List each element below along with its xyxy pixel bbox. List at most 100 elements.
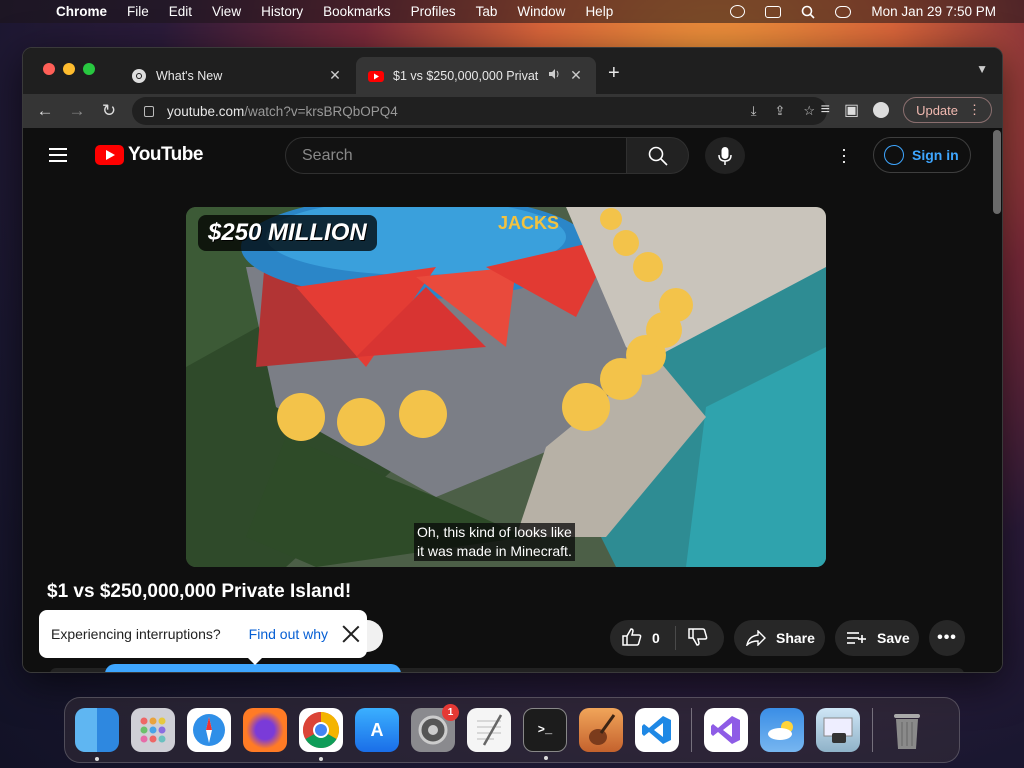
video-player[interactable]: JACKS $250 MILLION Oh, this kind of look… — [186, 207, 826, 567]
reload-icon[interactable]: ↻ — [93, 101, 125, 121]
popup-text: Experiencing interruptions? — [51, 626, 221, 642]
kebab-menu-icon: ⋮ — [968, 102, 981, 117]
system-settings-icon[interactable]: 1 — [411, 704, 459, 752]
install-app-icon[interactable]: ⤓ — [751, 103, 757, 119]
video-captions: Oh, this kind of looks like it was made … — [414, 523, 575, 561]
url-path: /watch?v=krsBRQbOPQ4 — [244, 103, 398, 119]
screen-mirroring-icon[interactable] — [755, 5, 791, 18]
voice-search-button[interactable] — [705, 137, 745, 174]
close-tab-icon[interactable]: ✕ — [568, 67, 584, 84]
vscode-icon[interactable] — [635, 708, 679, 752]
like-dislike-group: 0 — [610, 620, 724, 656]
youtube-page: YouTube Search · · · Sign in JACKS $250 … — [23, 128, 1002, 672]
tab-search-chevron-icon[interactable]: ▼ — [976, 62, 988, 76]
chrome-window: What's New ✕ $1 vs $250,000,000 Privat ✕… — [22, 47, 1003, 673]
update-button[interactable]: Update ⋮ — [903, 97, 992, 123]
menu-profiles[interactable]: Profiles — [401, 4, 466, 19]
address-bar[interactable]: youtube.com/watch?v=krsBRQbOPQ4 ⤓ ⇪ ☆ — [132, 97, 827, 125]
speaker-icon[interactable] — [548, 68, 560, 83]
share-label: Share — [776, 630, 815, 646]
preview-icon[interactable] — [816, 708, 860, 752]
sign-in-button[interactable]: Sign in — [873, 137, 971, 173]
new-tab-button[interactable]: + — [608, 62, 620, 85]
side-panel-icon[interactable]: ▣ — [844, 100, 859, 120]
menu-bar: Chrome File Edit View History Bookmarks … — [0, 0, 1024, 23]
notification-badge: 1 — [442, 704, 459, 721]
more-actions-icon[interactable]: ••• — [929, 620, 965, 656]
page-scrollbar[interactable] — [993, 130, 1001, 214]
youtube-header: YouTube Search · · · Sign in — [23, 128, 1002, 182]
menu-history[interactable]: History — [251, 4, 313, 19]
share-arrow-icon — [746, 630, 766, 646]
search-button[interactable] — [626, 137, 689, 174]
dislike-button[interactable] — [676, 627, 708, 649]
video-overlay-title: $250 MILLION — [198, 215, 377, 251]
sign-in-label: Sign in — [912, 147, 959, 163]
popup-pointer — [247, 657, 263, 665]
youtube-icon — [368, 70, 384, 82]
menu-file[interactable]: File — [117, 4, 159, 19]
close-tab-icon[interactable]: ✕ — [327, 67, 343, 84]
media-control-icon[interactable]: ≡ — [821, 101, 830, 119]
caption-line: it was made in Minecraft. — [414, 542, 575, 561]
window-controls — [43, 63, 95, 75]
zoom-window-button[interactable] — [83, 63, 95, 75]
tab-title: What's New — [156, 68, 223, 83]
update-label: Update — [916, 102, 958, 118]
url-host: youtube.com — [167, 103, 245, 119]
launchpad-icon[interactable] — [131, 708, 175, 752]
like-button[interactable]: 0 — [610, 626, 676, 650]
textedit-icon[interactable] — [467, 708, 511, 752]
menu-window[interactable]: Window — [507, 4, 575, 19]
menu-edit[interactable]: Edit — [159, 4, 202, 19]
weather-icon[interactable] — [760, 708, 804, 752]
trash-icon[interactable] — [885, 708, 929, 752]
share-button[interactable]: Share — [734, 620, 825, 656]
safari-icon[interactable] — [187, 708, 231, 752]
profile-avatar-icon[interactable] — [873, 102, 890, 118]
save-button[interactable]: Save — [835, 620, 919, 656]
thumbs-up-icon — [622, 627, 642, 649]
svg-text:JACKS: JACKS — [498, 213, 559, 233]
find-out-why-link[interactable]: Find out why — [249, 626, 328, 642]
add-to-playlist-icon — [847, 632, 866, 644]
menu-bookmarks[interactable]: Bookmarks — [313, 4, 401, 19]
microphone-icon — [718, 146, 732, 165]
menubar-clock[interactable]: Mon Jan 29 7:50 PM — [861, 4, 1006, 19]
share-page-icon[interactable]: ⇪ — [774, 103, 785, 119]
menu-view[interactable]: View — [202, 4, 251, 19]
terminal-icon[interactable]: >_ — [523, 708, 567, 760]
finder-icon[interactable] — [75, 708, 119, 761]
browser-toolbar: ← → ↻ youtube.com/watch?v=krsBRQbOPQ4 ⤓ … — [23, 94, 1002, 128]
close-popup-icon[interactable] — [339, 622, 363, 646]
visual-studio-icon[interactable] — [704, 708, 748, 752]
bookmark-star-icon[interactable]: ☆ — [803, 103, 815, 119]
minimize-window-button[interactable] — [63, 63, 75, 75]
like-count: 0 — [652, 630, 660, 646]
search-input[interactable]: Search — [285, 137, 627, 174]
dock-separator — [691, 708, 692, 752]
chrome-dock-icon[interactable] — [299, 708, 343, 761]
chrome-icon — [132, 68, 146, 83]
spotlight-search-icon[interactable] — [791, 5, 825, 19]
menu-app-chrome[interactable]: Chrome — [46, 4, 117, 19]
screen-record-icon[interactable] — [720, 5, 755, 18]
control-center-icon[interactable] — [825, 5, 861, 18]
close-window-button[interactable] — [43, 63, 55, 75]
forward-arrow-icon[interactable]: → — [61, 101, 93, 121]
garageband-icon[interactable] — [579, 708, 623, 752]
youtube-play-icon — [95, 145, 124, 165]
firefox-icon[interactable] — [243, 708, 287, 752]
tab-whats-new[interactable]: What's New ✕ — [119, 57, 355, 94]
hamburger-menu-icon[interactable] — [49, 148, 67, 166]
settings-kebab-icon[interactable]: · · · — [841, 140, 847, 170]
highlight-strip — [105, 664, 401, 672]
account-icon — [884, 145, 904, 165]
lock-icon[interactable] — [144, 105, 154, 117]
app-store-icon[interactable]: A — [355, 708, 399, 752]
menu-tab[interactable]: Tab — [466, 4, 508, 19]
back-arrow-icon[interactable]: ← — [29, 101, 61, 121]
youtube-logo[interactable]: YouTube — [95, 144, 203, 166]
tab-youtube-video[interactable]: $1 vs $250,000,000 Privat ✕ — [356, 57, 596, 94]
menu-help[interactable]: Help — [575, 4, 623, 19]
